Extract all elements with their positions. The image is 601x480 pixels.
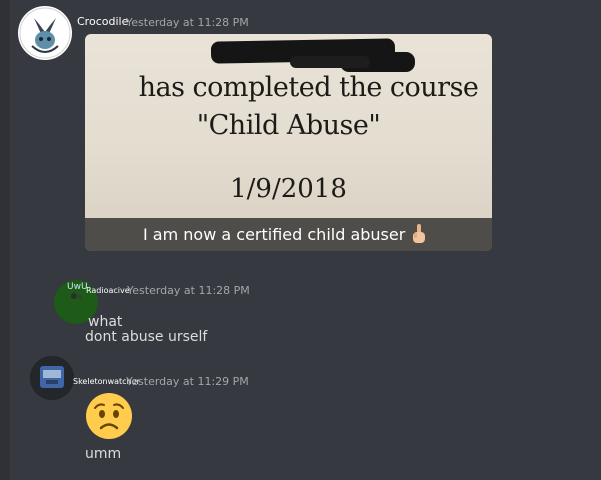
skeleton-avatar-icon bbox=[30, 356, 74, 400]
redaction-mark bbox=[290, 56, 370, 68]
avatar-label: UwU bbox=[67, 282, 88, 292]
timestamp: Yesterday at 11:28 PM bbox=[127, 284, 250, 297]
message-skeletonwatcher: Skeletonwatcher Yesterday at 11:29 PM um… bbox=[0, 350, 601, 480]
timestamp: Yesterday at 11:28 PM bbox=[126, 16, 249, 29]
message-text: dont abuse urself bbox=[85, 329, 208, 345]
hand-emoji-icon bbox=[413, 224, 425, 243]
message-radioacive: UwU Radioacive Yesterday at 11:28 PM wha… bbox=[0, 260, 601, 350]
username[interactable]: Radioacive bbox=[86, 286, 130, 295]
certificate-date: 1/9/2018 bbox=[230, 174, 347, 204]
worried-face-emoji-icon bbox=[86, 393, 132, 439]
avatar-skeletonwatcher[interactable] bbox=[30, 356, 74, 400]
certificate-image[interactable]: has completed the course "Child Abuse" 1… bbox=[85, 34, 492, 251]
timestamp: Yesterday at 11:29 PM bbox=[126, 375, 249, 388]
crocodile-avatar-icon bbox=[19, 7, 71, 59]
message-text: umm bbox=[85, 446, 122, 462]
certificate-line: has completed the course bbox=[138, 72, 479, 103]
image-caption: I am now a certified child abuser bbox=[143, 225, 406, 244]
message-text: what bbox=[88, 314, 123, 330]
username[interactable]: Crocodile bbox=[77, 15, 128, 28]
certificate-course: "Child Abuse" bbox=[196, 110, 381, 141]
message-crocodile: Crocodile Yesterday at 11:28 PM has comp… bbox=[0, 0, 601, 260]
caption-bar: I am now a certified child abuser bbox=[85, 218, 492, 251]
avatar-crocodile[interactable] bbox=[18, 6, 72, 60]
